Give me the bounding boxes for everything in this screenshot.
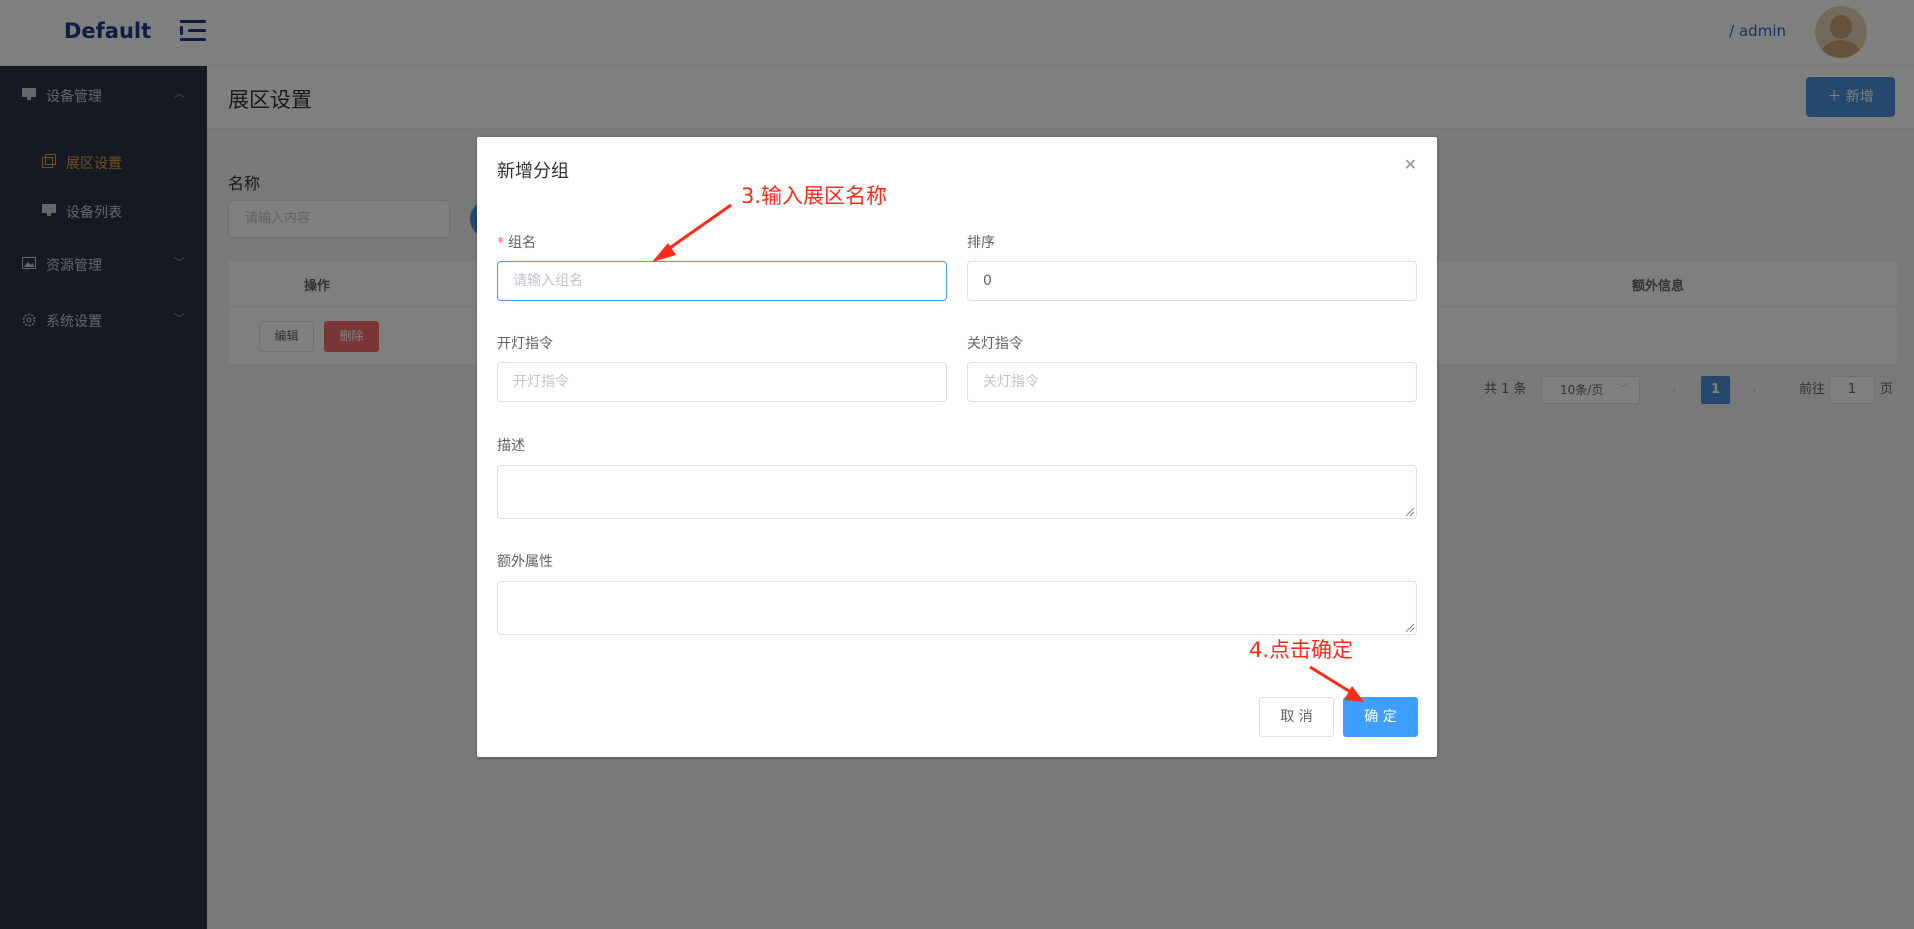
close-icon[interactable]: ✕ [1404, 155, 1417, 174]
sort-label: 排序 [967, 235, 995, 251]
description-textarea[interactable] [497, 465, 1417, 519]
sort-input[interactable]: 0 [967, 261, 1417, 301]
required-asterisk: * [497, 235, 504, 251]
resize-grip-icon[interactable] [1406, 624, 1414, 632]
light-off-label: 关灯指令 [967, 336, 1023, 352]
annotation-step-3: 3.输入展区名称 [741, 184, 888, 208]
confirm-button[interactable]: 确 定 [1343, 697, 1418, 737]
resize-grip-icon[interactable] [1406, 508, 1414, 516]
extra-attributes-label: 额外属性 [497, 554, 553, 570]
light-on-label: 开灯指令 [497, 336, 553, 352]
cancel-button[interactable]: 取 消 [1259, 697, 1334, 737]
group-name-input[interactable]: 请输入组名 [497, 261, 947, 301]
dialog-title: 新增分组 [497, 161, 569, 182]
group-name-label: * 组名 [497, 235, 536, 251]
light-off-input[interactable]: 关灯指令 [967, 362, 1417, 402]
extra-attributes-textarea[interactable] [497, 581, 1417, 635]
description-label: 描述 [497, 438, 525, 454]
add-group-dialog: 新增分组 ✕ * 组名 请输入组名 排序 0 开灯指令 开灯指令 关灯指令 关灯指… [477, 137, 1437, 757]
light-on-input[interactable]: 开灯指令 [497, 362, 947, 402]
annotation-step-4: 4.点击确定 [1249, 638, 1354, 662]
